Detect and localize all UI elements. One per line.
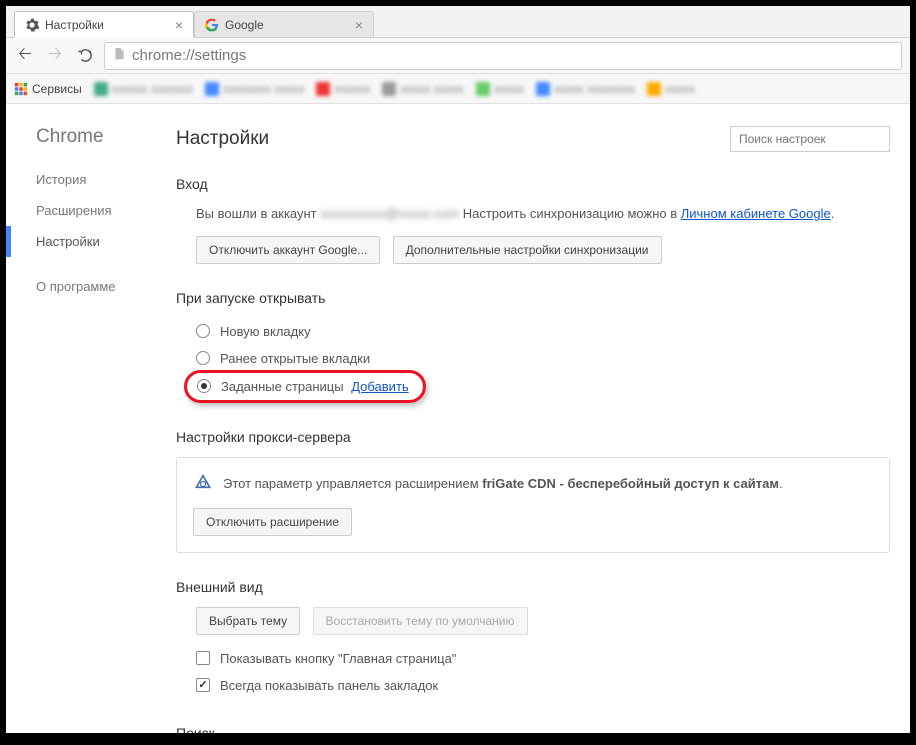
reset-theme-button[interactable]: Восстановить тему по умолчанию	[313, 607, 528, 635]
proxy-section: Настройки прокси-сервера Этот параметр у…	[176, 429, 890, 553]
forward-button[interactable]: 🡢	[44, 45, 66, 67]
apps-label: Сервисы	[32, 82, 82, 96]
section-title: Настройки прокси-сервера	[176, 429, 890, 445]
reload-button[interactable]	[74, 45, 96, 67]
bookmark-item[interactable]: xxxxx	[476, 82, 524, 96]
apps-shortcut[interactable]: Сервисы	[14, 82, 82, 96]
bookmark-item[interactable]: xxxxx xxxxx	[382, 82, 463, 96]
extension-icon	[193, 474, 213, 494]
bookmarks-bar: Сервисы xxxxxx xxxxxxx xxxxxxxx xxxxx xx…	[6, 74, 910, 104]
checkbox-label: Показывать кнопку "Главная страница"	[220, 651, 456, 666]
highlight-annotation: Заданные страницы Добавить	[184, 370, 426, 403]
section-title: Поиск	[176, 725, 890, 734]
choose-theme-button[interactable]: Выбрать тему	[196, 607, 300, 635]
tab-settings[interactable]: Настройки ×	[14, 11, 194, 38]
brand-label: Chrome	[6, 126, 176, 164]
tab-label: Google	[225, 18, 264, 32]
sync-settings-button[interactable]: Дополнительные настройки синхронизации	[393, 236, 662, 264]
sidebar: Chrome История Расширения Настройки О пр…	[6, 104, 176, 733]
section-title: При запуске открывать	[176, 290, 890, 306]
bookmark-item[interactable]: xxxxxx xxxxxxx	[94, 82, 193, 96]
show-home-button-option[interactable]: Показывать кнопку "Главная страница"	[196, 645, 890, 672]
bookmark-item[interactable]: xxxxxx	[316, 82, 370, 96]
close-icon[interactable]: ×	[355, 18, 363, 32]
back-button[interactable]: 🡠	[14, 45, 36, 67]
appearance-section: Внешний вид Выбрать тему Восстановить те…	[176, 579, 890, 699]
browser-window: Настройки × Google × 🡠 🡢 chrome://settin…	[6, 6, 910, 733]
radio-icon[interactable]	[197, 379, 211, 393]
page-title: Настройки	[176, 128, 730, 150]
main-panel: Настройки Вход Вы вошли в аккаунт xxxxxx…	[176, 104, 910, 733]
tab-strip: Настройки × Google ×	[6, 6, 910, 38]
bookmark-item[interactable]: xxxxx	[647, 82, 695, 96]
bookmark-item[interactable]: xxxxxxxx xxxxx	[205, 82, 304, 96]
disconnect-account-button[interactable]: Отключить аккаунт Google...	[196, 236, 380, 264]
startup-option-continue[interactable]: Ранее открытые вкладки	[196, 345, 890, 372]
address-bar[interactable]: chrome://settings	[104, 42, 902, 70]
login-description: Вы вошли в аккаунт xxxxxxxxxx@xxxxx.com …	[196, 204, 890, 224]
section-title: Вход	[176, 176, 890, 192]
close-icon[interactable]: ×	[175, 18, 183, 32]
proxy-managed-box: Этот параметр управляется расширением fr…	[176, 457, 890, 553]
sidebar-item-extensions[interactable]: Расширения	[6, 195, 176, 226]
section-title: Внешний вид	[176, 579, 890, 595]
always-show-bookmarks-option[interactable]: Всегда показывать панель закладок	[196, 672, 890, 699]
startup-section: При запуске открывать Новую вкладку Ране…	[176, 290, 890, 403]
checkbox-label: Всегда показывать панель закладок	[220, 678, 438, 693]
bookmark-item[interactable]: xxxxx xxxxxxxx	[536, 82, 635, 96]
search-section: Поиск	[176, 725, 890, 734]
content-area: Chrome История Расширения Настройки О пр…	[6, 104, 910, 733]
radio-label: Ранее открытые вкладки	[220, 351, 370, 366]
set-pages-link[interactable]: Добавить	[351, 379, 408, 394]
google-icon	[205, 18, 219, 32]
checkbox-icon	[196, 678, 210, 692]
settings-search-input[interactable]	[730, 126, 890, 152]
toolbar: 🡠 🡢 chrome://settings	[6, 38, 910, 74]
radio-label: Заданные страницы	[221, 379, 344, 394]
startup-option-newtab[interactable]: Новую вкладку	[196, 318, 890, 345]
gear-icon	[25, 18, 39, 32]
sidebar-item-history[interactable]: История	[6, 164, 176, 195]
page-icon	[113, 47, 126, 65]
tab-google[interactable]: Google ×	[194, 11, 374, 37]
radio-icon	[196, 351, 210, 365]
google-dashboard-link[interactable]: Личном кабинете Google	[681, 206, 831, 221]
url-text: chrome://settings	[132, 47, 246, 64]
radio-icon	[196, 324, 210, 338]
proxy-text: Этот параметр управляется расширением fr…	[223, 476, 783, 491]
radio-label: Новую вкладку	[220, 324, 311, 339]
tab-label: Настройки	[45, 18, 104, 32]
sidebar-item-settings[interactable]: Настройки	[6, 226, 176, 257]
sidebar-item-about[interactable]: О программе	[6, 271, 176, 302]
checkbox-icon	[196, 651, 210, 665]
login-section: Вход Вы вошли в аккаунт xxxxxxxxxx@xxxxx…	[176, 176, 890, 264]
disable-extension-button[interactable]: Отключить расширение	[193, 508, 352, 536]
